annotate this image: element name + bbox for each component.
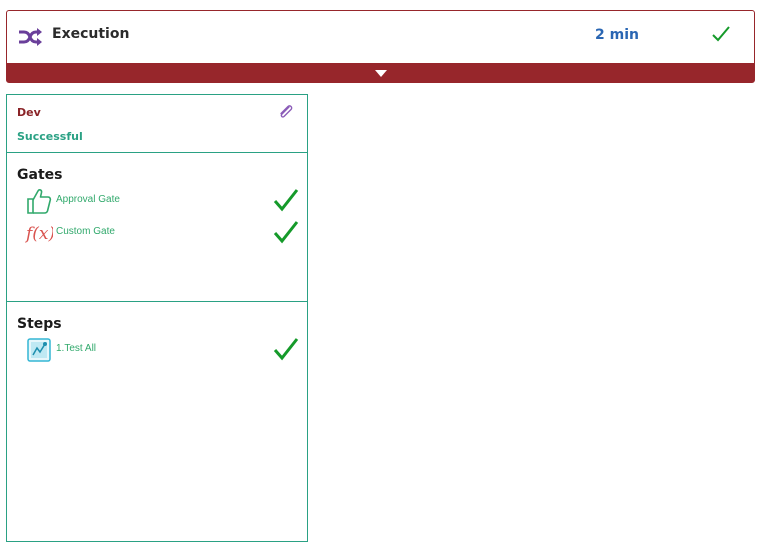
check-icon [273, 189, 299, 212]
shuffle-icon [19, 28, 42, 46]
gates-title: Gates [17, 167, 63, 183]
gate-label: Custom Gate [56, 226, 115, 237]
execution-title: Execution [52, 26, 130, 42]
expand-toggle-button[interactable] [7, 63, 754, 82]
step-row[interactable]: 1.Test All [25, 336, 305, 364]
gate-label: Approval Gate [56, 194, 120, 205]
execution-header[interactable]: Execution 2 min [7, 11, 754, 64]
check-icon [273, 338, 299, 361]
gate-row-custom[interactable]: f(x) Custom Gate [25, 219, 305, 247]
environment-name: Dev [17, 106, 41, 119]
gate-row-approval[interactable]: Approval Gate [25, 187, 305, 215]
steps-title: Steps [17, 316, 62, 332]
caret-down-icon [374, 70, 387, 77]
execution-duration: 2 min [595, 27, 639, 43]
stage-header[interactable]: Dev Successful [7, 95, 307, 153]
test-step-icon [27, 338, 51, 362]
check-icon [273, 221, 299, 244]
thumbs-up-icon [27, 189, 52, 214]
check-icon [712, 26, 730, 42]
function-icon: f(x) [25, 224, 53, 244]
stage-status: Successful [17, 130, 83, 143]
stage-card: Dev Successful Gates Approval Gate f(x) … [6, 94, 308, 542]
steps-section: Steps 1.Test All [7, 302, 307, 542]
gates-section: Gates Approval Gate f(x) Custom Gate [7, 153, 307, 302]
execution-panel: Execution 2 min [6, 10, 755, 83]
step-label: 1.Test All [56, 343, 97, 354]
svg-text:f(x): f(x) [25, 224, 53, 244]
paperclip-icon[interactable] [277, 103, 295, 121]
